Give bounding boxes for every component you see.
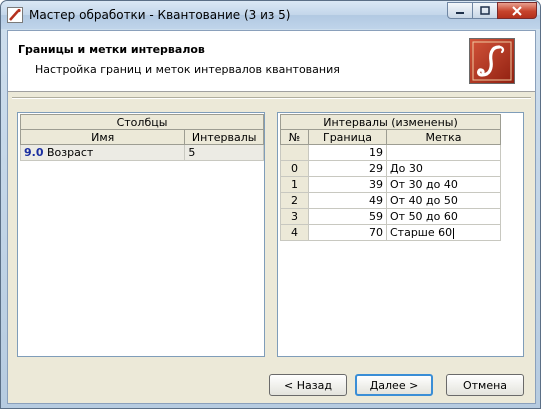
label-cell[interactable] xyxy=(386,144,501,161)
bound-cell[interactable]: 29 xyxy=(308,160,387,177)
bound-cell[interactable]: 49 xyxy=(308,192,387,209)
column-name: Возраст xyxy=(47,146,94,159)
columns-panel[interactable]: Столбцы Имя Интервалы 9.0 Возраст 5 xyxy=(17,112,265,357)
column-header-label[interactable]: Метка xyxy=(386,129,501,145)
label-cell[interactable]: До 30 xyxy=(386,160,501,177)
minimize-icon xyxy=(456,11,464,14)
column-index: 9.0 xyxy=(24,146,44,159)
label-cell[interactable]: От 30 до 40 xyxy=(386,176,501,193)
minimize-button[interactable] xyxy=(447,2,473,19)
window-title: Мастер обработки - Квантование (3 из 5) xyxy=(29,8,291,22)
close-icon xyxy=(512,5,522,16)
bound-cell[interactable]: 19 xyxy=(308,144,387,161)
title-bar[interactable]: Мастер обработки - Квантование (3 из 5) xyxy=(1,1,540,29)
row-number: 3 xyxy=(280,208,309,225)
label-cell[interactable]: От 50 до 60 xyxy=(386,208,501,225)
header-separator xyxy=(12,97,531,99)
bound-cell[interactable]: 39 xyxy=(308,176,387,193)
page-subtitle: Настройка границ и меток интервалов кван… xyxy=(35,63,340,76)
column-intervals-cell[interactable]: 5 xyxy=(184,144,264,161)
column-name-cell[interactable]: 9.0 Возраст xyxy=(19,144,186,161)
column-header-bound[interactable]: Граница xyxy=(308,129,387,145)
columns-group-header: Столбцы xyxy=(20,114,264,130)
column-header-intervals[interactable]: Интервалы xyxy=(184,129,264,145)
table-row[interactable]: 2 49 От 40 до 50 xyxy=(280,192,501,209)
intervals-panel[interactable]: Интервалы (изменены) № Граница Метка 19 … xyxy=(277,112,524,357)
bound-cell[interactable]: 70 xyxy=(308,224,387,241)
wizard-window: Мастер обработки - Квантование (3 из 5) … xyxy=(0,0,541,409)
table-row[interactable]: 3 59 От 50 до 60 xyxy=(280,208,501,225)
row-number: 0 xyxy=(280,160,309,177)
table-row[interactable]: 19 xyxy=(280,144,501,161)
close-button[interactable] xyxy=(497,2,537,19)
table-row[interactable]: 9.0 Возраст 5 xyxy=(19,144,264,161)
row-number: 1 xyxy=(280,176,309,193)
app-icon xyxy=(7,7,23,23)
text-cursor xyxy=(453,227,455,239)
page-title: Границы и метки интервалов xyxy=(18,43,205,56)
wizard-logo-icon xyxy=(469,38,515,84)
column-header-num[interactable]: № xyxy=(280,129,309,145)
cancel-button[interactable]: Отмена xyxy=(446,374,524,396)
wizard-header: Границы и метки интервалов Настройка гра… xyxy=(8,31,535,92)
wizard-client-area: Границы и метки интервалов Настройка гра… xyxy=(7,30,536,404)
back-button[interactable]: < Назад xyxy=(269,374,347,396)
maximize-icon xyxy=(480,6,490,15)
intervals-table: Интервалы (изменены) № Граница Метка 19 … xyxy=(280,114,501,241)
maximize-button[interactable] xyxy=(472,2,498,19)
intervals-group-header: Интервалы (изменены) xyxy=(280,114,501,130)
next-button[interactable]: Далее > xyxy=(355,374,433,396)
label-cell-editing[interactable]: Старше 60 xyxy=(386,224,501,241)
bound-cell[interactable]: 59 xyxy=(308,208,387,225)
label-edit-text[interactable]: Старше 60 xyxy=(390,226,452,239)
row-number: 2 xyxy=(280,192,309,209)
columns-table: Столбцы Имя Интервалы 9.0 Возраст 5 xyxy=(19,114,264,161)
row-number: 4 xyxy=(280,224,309,241)
row-number xyxy=(280,144,309,161)
label-cell[interactable]: От 40 до 50 xyxy=(386,192,501,209)
table-row[interactable]: 0 29 До 30 xyxy=(280,160,501,177)
table-row[interactable]: 4 70 Старше 60 xyxy=(280,224,501,241)
column-header-name[interactable]: Имя xyxy=(19,129,186,145)
table-row[interactable]: 1 39 От 30 до 40 xyxy=(280,176,501,193)
